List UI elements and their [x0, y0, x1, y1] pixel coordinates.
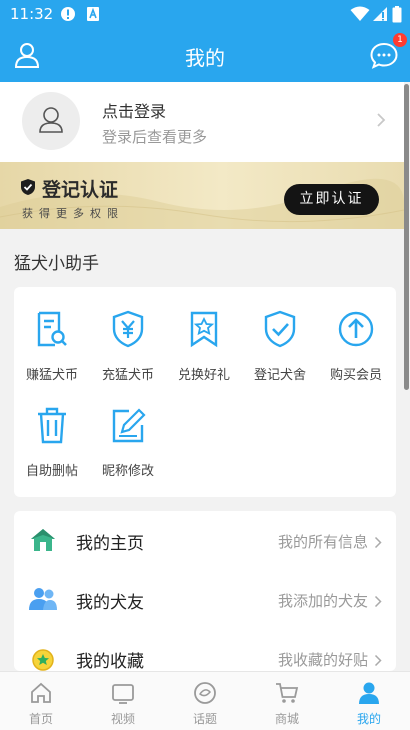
friends-icon	[28, 586, 58, 612]
certification-title: 登记认证	[42, 179, 119, 201]
top-nav-bar: 我的 1	[0, 28, 410, 82]
message-icon[interactable]	[370, 41, 398, 69]
grid-item-delete-posts[interactable]: 自助删帖	[14, 387, 90, 479]
menu-item-my-favorites[interactable]: 我的收藏 我收藏的好贴	[14, 629, 396, 671]
bottom-tab-bar: 首页 视频 话题 商城 我的	[0, 671, 410, 730]
star-bookmark-icon	[185, 309, 223, 349]
tab-label: 首页	[28, 712, 53, 726]
chevron-right-icon	[374, 534, 382, 553]
avatar-placeholder-icon	[39, 107, 63, 133]
menu-item-my-homepage[interactable]: 我的主页 我的所有信息	[14, 511, 396, 570]
shield-check-icon	[20, 178, 36, 200]
assistant-grid: 赚猛犬币 充猛犬币 兑换好礼 登记犬舍 购买会员 自助删帖 昵称修改	[14, 287, 396, 497]
menu-list: 我的主页 我的所有信息 我的犬友 我添加的犬友 我的收藏 我收藏的好贴	[14, 511, 396, 671]
edit-icon	[109, 405, 147, 445]
grid-item-label: 登记犬舍	[253, 368, 306, 383]
cart-tab-icon	[275, 681, 299, 705]
login-row[interactable]: 点击登录 登录后查看更多	[0, 82, 404, 162]
certification-subtitle: 获得更多权限	[22, 207, 124, 220]
assistant-section-title: 猛犬小助手	[14, 254, 99, 274]
menu-item-hint: 我的所有信息	[277, 533, 368, 551]
grid-item-label: 购买会员	[329, 368, 382, 383]
topic-tab-icon	[193, 681, 217, 705]
chevron-right-icon	[376, 112, 386, 132]
search-document-icon	[33, 309, 71, 349]
login-subtitle: 登录后查看更多	[102, 128, 208, 146]
video-tab-icon	[111, 681, 135, 705]
scrollbar[interactable]	[404, 84, 409, 390]
signal-icon	[372, 6, 388, 26]
grid-item-label: 充猛犬币	[101, 368, 154, 383]
home-icon	[30, 527, 56, 553]
up-arrow-circle-icon	[337, 309, 375, 349]
menu-item-hint: 我添加的犬友	[277, 592, 368, 610]
status-time: 11:32	[10, 5, 54, 23]
menu-item-title: 我的主页	[76, 534, 144, 554]
tab-home[interactable]: 首页	[0, 672, 82, 730]
menu-item-title: 我的收藏	[76, 652, 144, 671]
grid-item-register-kennel[interactable]: 登记犬舍	[242, 291, 318, 383]
menu-item-title: 我的犬友	[76, 593, 144, 613]
star-medal-icon	[30, 645, 56, 671]
check-shield-icon	[261, 309, 299, 349]
tab-label: 话题	[192, 712, 217, 726]
tab-label: 商城	[274, 712, 299, 726]
grid-item-redeem-gifts[interactable]: 兑换好礼	[166, 291, 242, 383]
certify-now-button[interactable]: 立即认证	[284, 184, 379, 215]
login-title: 点击登录	[102, 102, 167, 121]
battery-icon	[392, 6, 402, 27]
grid-item-label: 兑换好礼	[177, 368, 230, 383]
grid-item-earn-coins[interactable]: 赚猛犬币	[14, 291, 90, 383]
tab-topic[interactable]: 话题	[164, 672, 246, 730]
app-notification-icon	[86, 6, 100, 26]
grid-item-label: 赚猛犬币	[25, 368, 78, 383]
status-bar: 11:32	[0, 0, 410, 28]
trash-icon	[33, 405, 71, 445]
page-title: 我的	[185, 46, 225, 70]
tab-video[interactable]: 视频	[82, 672, 164, 730]
avatar[interactable]	[22, 92, 80, 150]
menu-item-my-friends[interactable]: 我的犬友 我添加的犬友	[14, 570, 396, 629]
chevron-right-icon	[374, 652, 382, 671]
certification-banner: 登记认证 获得更多权限 立即认证	[0, 162, 404, 229]
home-tab-icon	[29, 681, 53, 705]
tab-mine[interactable]: 我的	[328, 672, 410, 730]
grid-item-label: 昵称修改	[101, 464, 154, 479]
tab-mall[interactable]: 商城	[246, 672, 328, 730]
alert-icon	[60, 6, 76, 26]
grid-item-edit-nickname[interactable]: 昵称修改	[90, 387, 166, 479]
message-badge: 1	[393, 33, 407, 47]
yen-shield-icon	[109, 309, 147, 349]
chevron-right-icon	[374, 593, 382, 612]
tab-label: 视频	[110, 712, 135, 726]
wifi-icon	[350, 6, 370, 26]
grid-item-recharge-coins[interactable]: 充猛犬币	[90, 291, 166, 383]
grid-item-label: 自助删帖	[25, 464, 78, 479]
tab-label: 我的	[356, 712, 381, 726]
profile-tab-icon	[357, 681, 381, 705]
menu-item-hint: 我收藏的好贴	[277, 651, 368, 669]
grid-item-buy-membership[interactable]: 购买会员	[318, 291, 394, 383]
